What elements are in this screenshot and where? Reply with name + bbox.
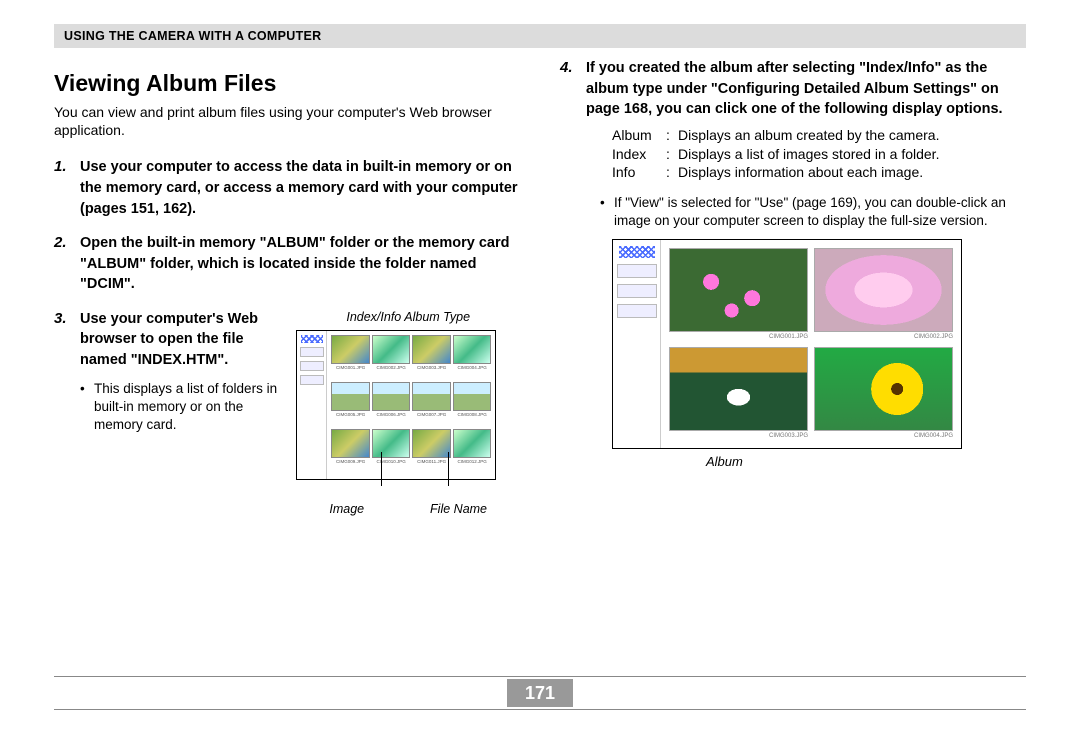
step-2: 2. Open the built-in memory "ALBUM" fold… bbox=[54, 233, 520, 295]
album-photo bbox=[669, 347, 808, 431]
sidebar-button-mock bbox=[617, 304, 657, 318]
album-browser-mock: CIMG001.JPG CIMG002.JPG CIMG003.JPG CIMG… bbox=[612, 239, 962, 449]
figure-caption-top: Index/Info Album Type bbox=[296, 309, 520, 326]
logo-icon bbox=[301, 335, 323, 343]
def-desc: Displays an album created by the camera. bbox=[678, 126, 1026, 145]
callout-image: Image bbox=[329, 501, 364, 518]
display-option-definitions: Album : Displays an album created by the… bbox=[612, 126, 1026, 183]
def-desc: Displays a list of images stored in a fo… bbox=[678, 145, 1026, 164]
step-3-subnote: This displays a list of folders in built… bbox=[80, 380, 282, 433]
page-footer: 171 bbox=[54, 676, 1026, 710]
logo-icon bbox=[619, 246, 655, 258]
step-4-text: If you created the album after selecting… bbox=[586, 60, 1003, 117]
step-3-text: Use your computer's Web browser to open … bbox=[80, 311, 258, 368]
album-photo bbox=[814, 347, 953, 431]
step-1-text: Use your computer to access the data in … bbox=[80, 159, 518, 216]
step-number: 2. bbox=[54, 233, 67, 253]
sidebar-button-mock bbox=[300, 375, 324, 385]
section-header: USING THE CAMERA WITH A COMPUTER bbox=[54, 24, 1026, 48]
figure-index-info: Index/Info Album Type CIMG001.JPG CIMG00… bbox=[296, 309, 520, 518]
right-column: 4. If you created the album after select… bbox=[560, 58, 1026, 532]
def-desc: Displays information about each image. bbox=[678, 163, 1026, 182]
page-title: Viewing Album Files bbox=[54, 70, 520, 97]
sidebar-button-mock bbox=[617, 284, 657, 298]
album-photo bbox=[669, 248, 808, 332]
left-column: Viewing Album Files You can view and pri… bbox=[54, 58, 520, 532]
callout-filename: File Name bbox=[430, 501, 487, 518]
step-4-note: If "View" is selected for "Use" (page 16… bbox=[600, 194, 1026, 229]
step-number: 3. bbox=[54, 309, 67, 329]
sidebar-button-mock bbox=[617, 264, 657, 278]
thumbnail-browser-mock: CIMG001.JPG CIMG002.JPG CIMG003.JPG CIMG… bbox=[296, 330, 496, 480]
sidebar-button-mock bbox=[300, 347, 324, 357]
sidebar-button-mock bbox=[300, 361, 324, 371]
page-number-badge: 171 bbox=[507, 679, 573, 707]
step-number: 1. bbox=[54, 157, 67, 177]
def-term: Index bbox=[612, 145, 662, 164]
step-1: 1. Use your computer to access the data … bbox=[54, 157, 520, 219]
figure-caption-album: Album bbox=[706, 453, 1026, 471]
step-2-text: Open the built-in memory "ALBUM" folder … bbox=[80, 235, 509, 292]
def-term: Info bbox=[612, 163, 662, 182]
step-number: 4. bbox=[560, 58, 573, 78]
step-3: 3. Use your computer's Web browser to op… bbox=[54, 309, 520, 518]
def-term: Album bbox=[612, 126, 662, 145]
album-photo bbox=[814, 248, 953, 332]
step-4: 4. If you created the album after select… bbox=[560, 58, 1026, 471]
intro-text: You can view and print album files using… bbox=[54, 103, 520, 139]
